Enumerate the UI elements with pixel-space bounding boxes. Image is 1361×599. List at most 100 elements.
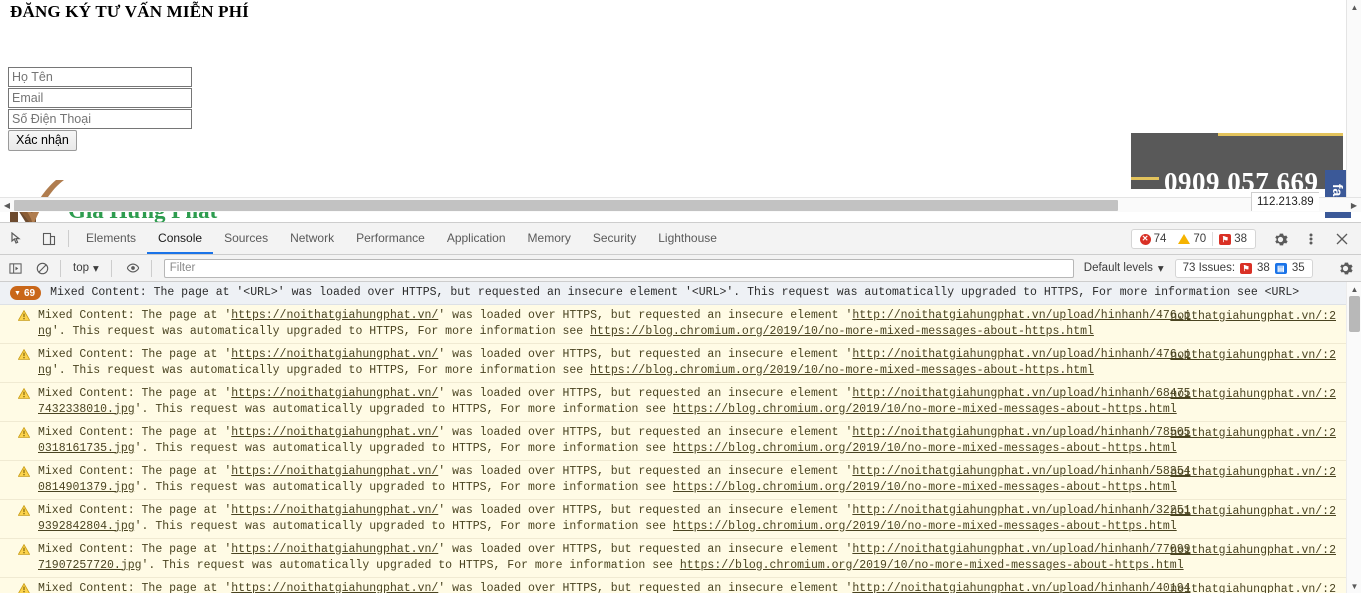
error-icon: ✕ <box>1139 233 1151 245</box>
page-vertical-scrollbar[interactable]: ▲ ▼ <box>1346 0 1361 212</box>
tab-elements[interactable]: Elements <box>75 223 147 254</box>
message-source-link[interactable]: noithatgiahungphat.vn/:2 <box>1170 583 1336 594</box>
scroll-left-arrow-icon[interactable]: ◀ <box>0 198 14 213</box>
close-devtools-icon[interactable] <box>1329 226 1355 252</box>
console-vertical-scrollbar[interactable]: ▲ ▼ <box>1346 282 1361 593</box>
console-message-text: Mixed Content: The page at 'https://noit… <box>38 464 1191 494</box>
scroll-up-arrow-icon[interactable]: ▲ <box>1347 0 1361 14</box>
issues-flag-icon: ⚑ <box>1219 233 1232 245</box>
tab-performance[interactable]: Performance <box>345 223 436 254</box>
chromium-blog-link[interactable]: https://blog.chromium.org/2019/10/no-mor… <box>673 520 1177 533</box>
page-title: ĐĂNG KÝ TƯ VẤN MIỄN PHÍ <box>10 2 249 21</box>
warning-count: 70 <box>1193 233 1207 245</box>
chromium-blog-link[interactable]: https://blog.chromium.org/2019/10/no-mor… <box>680 559 1184 572</box>
page-url-link[interactable]: https://noithatgiahungphat.vn/ <box>231 348 438 361</box>
email-input[interactable] <box>8 88 192 108</box>
error-count: 74 <box>1153 233 1167 245</box>
console-message-row[interactable]: Mixed Content: The page at 'https://noit… <box>0 304 1346 344</box>
error-counter[interactable]: ✕ 74 <box>1134 233 1173 245</box>
web-page-content: ĐĂNG KÝ TƯ VẤN MIỄN PHÍ Xác nhận Gia Hưn… <box>0 0 1361 222</box>
console-message-row[interactable]: Mixed Content: The page at 'https://noit… <box>0 577 1346 594</box>
promo-phone-panel: 0909 057 669 <box>1131 133 1343 189</box>
message-source-link[interactable]: noithatgiahungphat.vn/:2 <box>1170 466 1336 479</box>
page-url-link[interactable]: https://noithatgiahungphat.vn/ <box>231 465 438 478</box>
console-message-text: Mixed Content: The page at 'https://noit… <box>38 425 1191 455</box>
settings-gear-icon[interactable] <box>1267 226 1293 252</box>
toolbar-divider <box>68 230 69 247</box>
tab-security[interactable]: Security <box>582 223 647 254</box>
filterbar-right <box>1330 255 1357 282</box>
tab-application[interactable]: Application <box>436 223 517 254</box>
chromium-blog-link[interactable]: https://blog.chromium.org/2019/10/no-mor… <box>590 325 1094 338</box>
issues-summary-pill[interactable]: 73 Issues: ⚑ 38 ▤ 35 <box>1174 258 1313 278</box>
console-message-list: ▼ 69 Mixed Content: The page at '<URL>' … <box>0 282 1346 593</box>
more-options-icon[interactable] <box>1298 226 1324 252</box>
page-url-link[interactable]: https://noithatgiahungphat.vn/ <box>231 309 438 322</box>
tab-console[interactable]: Console <box>147 223 213 254</box>
console-sidebar-toggle-icon[interactable] <box>3 256 27 280</box>
message-source-link[interactable]: noithatgiahungphat.vn/:2 <box>1170 544 1336 557</box>
log-levels-selector[interactable]: Default levels ▾ <box>1084 261 1164 275</box>
console-group-header[interactable]: ▼ 69 Mixed Content: The page at '<URL>' … <box>0 282 1346 305</box>
console-message-row[interactable]: Mixed Content: The page at 'https://noit… <box>0 538 1346 578</box>
console-message-row[interactable]: Mixed Content: The page at 'https://noit… <box>0 460 1346 500</box>
console-message-text: Mixed Content: The page at 'https://noit… <box>38 542 1191 572</box>
clear-console-icon[interactable] <box>30 256 54 280</box>
chevron-down-icon: ▾ <box>93 263 99 275</box>
device-toolbar-icon[interactable] <box>36 226 62 252</box>
chromium-blog-link[interactable]: https://blog.chromium.org/2019/10/no-mor… <box>673 403 1177 416</box>
scroll-right-arrow-icon[interactable]: ▶ <box>1347 198 1361 213</box>
console-settings-gear-icon[interactable] <box>1333 257 1357 281</box>
page-url-link[interactable]: https://noithatgiahungphat.vn/ <box>231 387 438 400</box>
inspect-element-icon[interactable] <box>5 226 31 252</box>
execution-context-selector[interactable]: top ▾ <box>67 258 105 278</box>
warning-triangle-icon <box>18 504 30 516</box>
insecure-asset-link[interactable]: http://noithatgiahungphat.vn/upload/hinh… <box>38 582 1190 594</box>
chromium-blog-link[interactable]: https://blog.chromium.org/2019/10/no-mor… <box>673 481 1177 494</box>
tab-sources[interactable]: Sources <box>213 223 279 254</box>
filter-input[interactable] <box>163 258 1074 278</box>
browser-status-tooltip: 112.213.89 <box>1251 192 1319 211</box>
warning-icon <box>1178 234 1191 244</box>
group-collapse-badge[interactable]: ▼ 69 <box>10 286 42 300</box>
tab-lighthouse[interactable]: Lighthouse <box>647 223 728 254</box>
live-expression-eye-icon[interactable] <box>121 256 145 280</box>
console-message-row[interactable]: Mixed Content: The page at 'https://noit… <box>0 499 1346 539</box>
warning-triangle-icon <box>18 465 30 477</box>
warning-counter[interactable]: 70 <box>1172 233 1212 245</box>
message-source-link[interactable]: noithatgiahungphat.vn/:2 <box>1170 349 1336 362</box>
message-source-link[interactable]: noithatgiahungphat.vn/:2 <box>1170 388 1336 401</box>
message-source-link[interactable]: noithatgiahungphat.vn/:2 <box>1170 310 1336 323</box>
console-message-row[interactable]: Mixed Content: The page at 'https://noit… <box>0 382 1346 422</box>
message-source-link[interactable]: noithatgiahungphat.vn/:2 <box>1170 427 1336 440</box>
console-message-text: Mixed Content: The page at 'https://noit… <box>38 386 1191 416</box>
page-url-link[interactable]: https://noithatgiahungphat.vn/ <box>231 543 438 556</box>
name-input[interactable] <box>8 67 192 87</box>
page-horizontal-scrollbar[interactable]: ◀ ▶ <box>0 197 1361 212</box>
chromium-blog-link[interactable]: https://blog.chromium.org/2019/10/no-mor… <box>673 442 1177 455</box>
h-scroll-track[interactable] <box>14 199 1347 212</box>
browser-page-viewport: ĐĂNG KÝ TƯ VẤN MIỄN PHÍ Xác nhận Gia Hưn… <box>0 0 1361 222</box>
tab-network[interactable]: Network <box>279 223 345 254</box>
issues-counter[interactable]: ⚑ 38 <box>1213 233 1253 245</box>
page-url-link[interactable]: https://noithatgiahungphat.vn/ <box>231 426 438 439</box>
warning-triangle-icon <box>18 348 30 360</box>
console-scroll-up-icon[interactable]: ▲ <box>1347 282 1361 296</box>
submit-button[interactable]: Xác nhận <box>8 130 77 151</box>
console-scroll-thumb[interactable] <box>1349 296 1360 332</box>
page-url-link[interactable]: https://noithatgiahungphat.vn/ <box>231 582 438 594</box>
console-message-row[interactable]: Mixed Content: The page at 'https://noit… <box>0 343 1346 383</box>
chevron-down-icon: ▼ <box>14 289 21 297</box>
console-message-text: Mixed Content: The page at 'https://noit… <box>38 581 1196 594</box>
phone-input[interactable] <box>8 109 192 129</box>
console-message-row[interactable]: Mixed Content: The page at 'https://noit… <box>0 421 1346 461</box>
tab-memory[interactable]: Memory <box>517 223 582 254</box>
h-scroll-thumb[interactable] <box>14 200 1118 211</box>
console-scroll-down-icon[interactable]: ▼ <box>1347 579 1361 593</box>
warning-triangle-icon <box>18 543 30 555</box>
chromium-blog-link[interactable]: https://blog.chromium.org/2019/10/no-mor… <box>590 364 1094 377</box>
page-url-link[interactable]: https://noithatgiahungphat.vn/ <box>231 504 438 517</box>
message-source-link[interactable]: noithatgiahungphat.vn/:2 <box>1170 505 1336 518</box>
console-messages-area[interactable]: ▼ 69 Mixed Content: The page at '<URL>' … <box>0 282 1361 593</box>
issues-red-count: 38 <box>1257 262 1270 274</box>
